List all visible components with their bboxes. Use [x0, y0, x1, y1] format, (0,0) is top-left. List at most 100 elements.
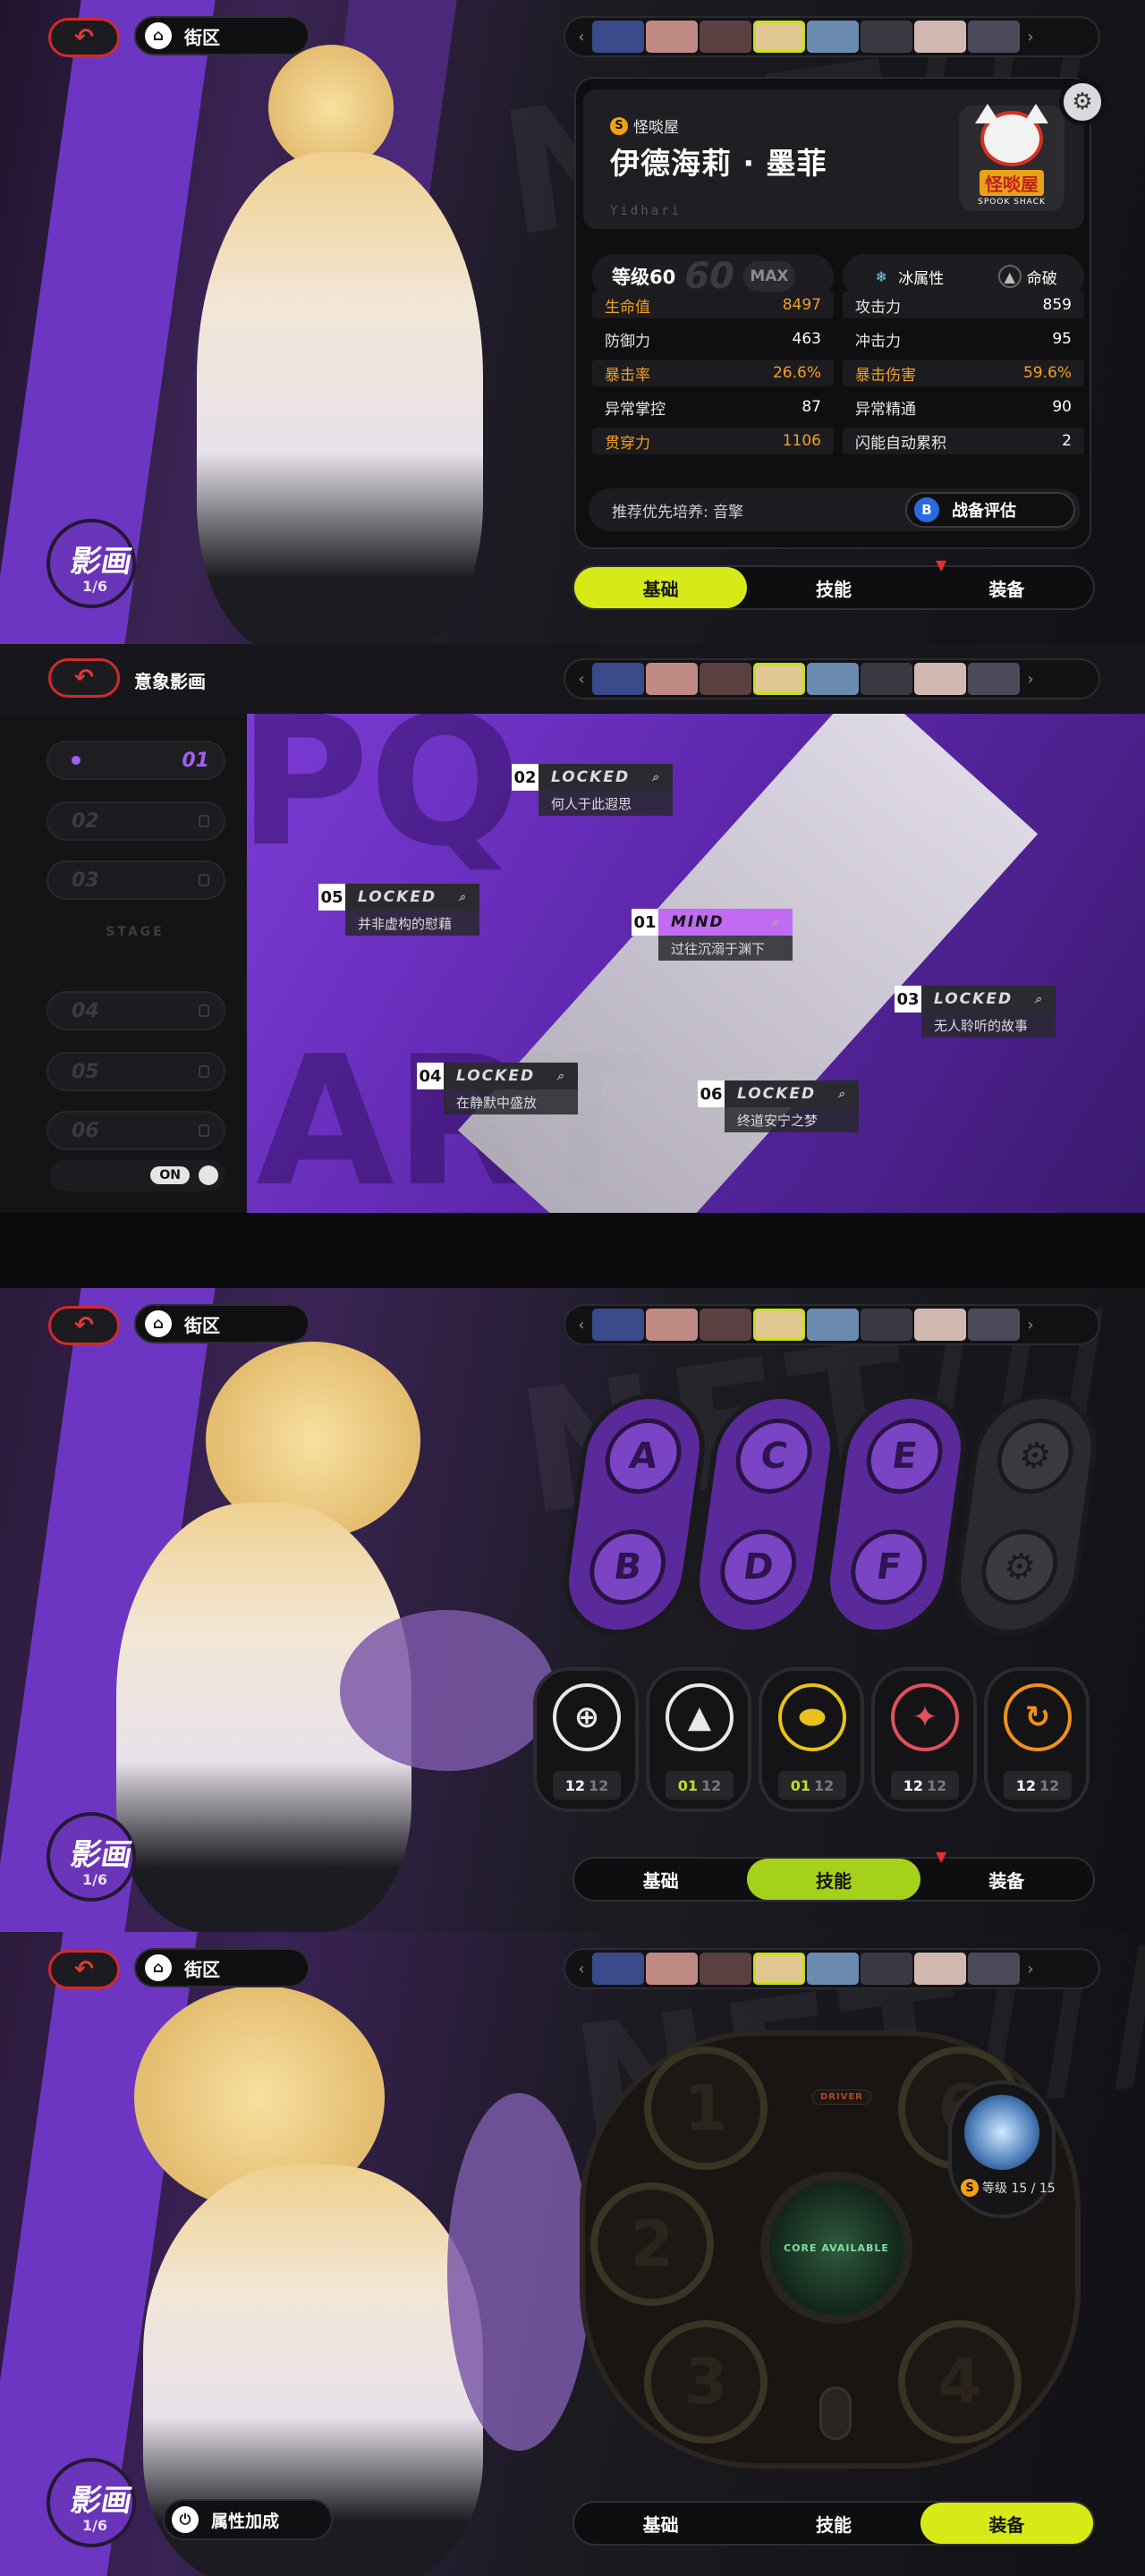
back-button[interactable]: ↶	[48, 1306, 120, 1345]
roster-portrait[interactable]	[700, 1309, 751, 1341]
back-button[interactable]: ↶	[48, 18, 120, 57]
skill-button-d[interactable]: D	[715, 1530, 802, 1605]
search-icon[interactable]: ⌕	[1035, 993, 1043, 1006]
roster-portrait[interactable]	[807, 663, 859, 695]
skill-button-e[interactable]: E	[861, 1419, 948, 1494]
roster-portrait[interactable]	[914, 1309, 966, 1341]
tab-skills[interactable]: 技能	[747, 2503, 920, 2544]
home-button[interactable]: ⌂ 街区	[134, 16, 310, 55]
search-icon[interactable]: ⌕	[459, 891, 467, 904]
roster-portrait-selected[interactable]	[753, 1953, 805, 1985]
search-icon[interactable]: ⌕	[772, 916, 780, 929]
mindscape-badge[interactable]: 影画 1/6	[47, 1812, 152, 1902]
mindscape-card-05[interactable]: 05 LOCKED ⌕ 并非虚构的慰藉	[318, 884, 479, 937]
roster-portrait[interactable]	[861, 1309, 912, 1341]
mindscape-card-04[interactable]: 04 LOCKED ⌕ 在静默中盛放	[417, 1063, 578, 1116]
core-skill-slot[interactable]: ⊕ 12 12	[533, 1667, 639, 1812]
character-roster-bar[interactable]: ‹ ›	[564, 658, 1100, 699]
roster-portrait[interactable]	[807, 1953, 859, 1985]
roster-next-icon[interactable]: ›	[1022, 670, 1039, 689]
drive-disc-slot-1[interactable]: 1	[644, 2046, 768, 2170]
character-roster-bar[interactable]: ‹ ›	[564, 1304, 1100, 1345]
roster-prev-icon[interactable]: ‹	[572, 1960, 590, 1979]
drive-disc-slot-2[interactable]: 2	[590, 2182, 714, 2306]
back-button[interactable]: ↶	[48, 658, 120, 698]
back-button[interactable]: ↶	[48, 1950, 120, 1989]
mindscape-level-04[interactable]: 04	[47, 991, 225, 1030]
roster-portrait[interactable]	[861, 21, 912, 53]
tab-equip[interactable]: 装备	[920, 2503, 1093, 2544]
mindscape-card-06[interactable]: 06 LOCKED ⌕ 终道安宁之梦	[698, 1080, 859, 1134]
roster-portrait-selected[interactable]	[753, 1309, 805, 1341]
roster-portrait-selected[interactable]	[753, 663, 805, 695]
mindscape-level-02[interactable]: 02	[47, 801, 225, 841]
roster-next-icon[interactable]: ›	[1022, 28, 1039, 47]
roster-portrait-selected[interactable]	[753, 21, 805, 53]
roster-portrait[interactable]	[646, 663, 698, 695]
tab-skills[interactable]: 技能	[747, 567, 920, 608]
roster-portrait[interactable]	[700, 1953, 751, 1985]
skill-button-f[interactable]: F	[845, 1530, 932, 1605]
roster-portrait[interactable]	[807, 21, 859, 53]
roster-portrait[interactable]	[861, 1953, 912, 1985]
mindscape-card-01[interactable]: 01 MIND ⌕ 过往沉溺于渊下	[632, 909, 793, 962]
tab-basic[interactable]: 基础	[574, 1859, 747, 1900]
wengine-card[interactable]: S 等级 15 / 15	[948, 2080, 1056, 2218]
mindscape-card-03[interactable]: 03 LOCKED ⌕ 无人聆听的故事	[895, 986, 1056, 1039]
skill-button-a[interactable]: A	[600, 1419, 687, 1494]
roster-portrait[interactable]	[700, 663, 751, 695]
home-button[interactable]: ⌂ 街区	[134, 1304, 310, 1343]
roster-portrait[interactable]	[968, 1953, 1020, 1985]
roster-portrait[interactable]	[914, 21, 966, 53]
tab-skills[interactable]: 技能	[747, 1859, 920, 1900]
auto-toggle[interactable]: ON	[50, 1159, 225, 1191]
skill-button-b[interactable]: B	[584, 1530, 671, 1605]
roster-portrait[interactable]	[914, 1953, 966, 1985]
roster-portrait[interactable]	[592, 1309, 644, 1341]
mindscape-badge[interactable]: 影画 1/6	[47, 2458, 152, 2547]
core-skill-slot[interactable]: ▲ 01 12	[646, 1667, 751, 1812]
mindscape-level-06[interactable]: 06	[47, 1111, 225, 1150]
attribute-bonus-button[interactable]: ⏻ 属性加成	[163, 2499, 333, 2540]
mindscape-level-01[interactable]: 01	[47, 741, 225, 780]
roster-portrait[interactable]	[968, 1309, 1020, 1341]
roster-portrait[interactable]	[646, 1309, 698, 1341]
home-button[interactable]: ⌂ 街区	[134, 1948, 310, 1987]
roster-prev-icon[interactable]: ‹	[572, 28, 590, 47]
core-skill-slot[interactable]: ↻ 12 12	[984, 1667, 1090, 1812]
roster-portrait[interactable]	[807, 1309, 859, 1341]
roster-next-icon[interactable]: ›	[1022, 1960, 1039, 1979]
core-skill-slot[interactable]: ⬬ 01 12	[759, 1667, 864, 1812]
search-icon[interactable]: ⌕	[838, 1088, 846, 1101]
combat-eval-button[interactable]: B 战备评估	[905, 492, 1075, 528]
tab-basic[interactable]: 基础	[574, 567, 748, 608]
roster-portrait[interactable]	[592, 663, 644, 695]
roster-portrait[interactable]	[592, 1953, 644, 1985]
roster-prev-icon[interactable]: ‹	[572, 1316, 590, 1335]
driver-switch[interactable]	[819, 2386, 852, 2440]
search-icon[interactable]: ⌕	[557, 1070, 565, 1083]
character-roster-bar[interactable]: ‹ ›	[564, 16, 1100, 57]
roster-portrait[interactable]	[968, 663, 1020, 695]
drive-disc-slot-4[interactable]: 4	[898, 2320, 1022, 2444]
roster-portrait[interactable]	[700, 21, 751, 53]
search-icon[interactable]: ⌕	[652, 771, 660, 784]
tab-basic[interactable]: 基础	[574, 2503, 747, 2544]
roster-next-icon[interactable]: ›	[1022, 1316, 1039, 1335]
roster-portrait[interactable]	[592, 21, 644, 53]
roster-portrait[interactable]	[646, 21, 698, 53]
roster-portrait[interactable]	[646, 1953, 698, 1985]
mindscape-badge[interactable]: 影画 1/6	[47, 519, 152, 608]
mindscape-card-02[interactable]: 02 LOCKED ⌕ 何人于此遐思	[512, 764, 673, 818]
mindscape-level-03[interactable]: 03	[47, 860, 225, 900]
core-skill-slot[interactable]: ✦ 12 12	[871, 1667, 977, 1812]
mindscape-level-05[interactable]: 05	[47, 1052, 225, 1091]
roster-prev-icon[interactable]: ‹	[572, 670, 590, 689]
drive-disc-slot-3[interactable]: 3	[644, 2320, 768, 2444]
skill-button-c[interactable]: C	[731, 1419, 818, 1494]
wengine-gear-icon[interactable]: ⚙	[1059, 79, 1106, 125]
roster-portrait[interactable]	[914, 663, 966, 695]
character-roster-bar[interactable]: ‹ ›	[564, 1948, 1100, 1989]
roster-portrait[interactable]	[968, 21, 1020, 53]
roster-portrait[interactable]	[861, 663, 912, 695]
